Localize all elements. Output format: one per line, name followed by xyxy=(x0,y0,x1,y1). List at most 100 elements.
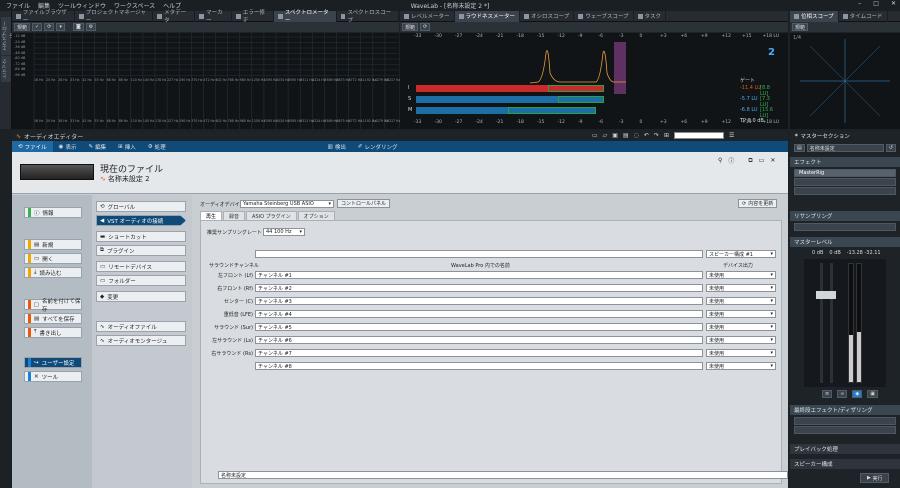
device-subtab[interactable]: ASIO プラグイン xyxy=(246,211,297,220)
channel-name-input[interactable]: チャンネル #4 xyxy=(255,310,703,318)
ribbon-tab[interactable]: ▥ 検出 xyxy=(322,141,352,152)
control-panel-button[interactable]: コントロールパネル xyxy=(337,199,391,208)
panel-tab[interactable]: エラー修正 xyxy=(232,10,275,24)
panel-tab[interactable]: スペクトロスコープ xyxy=(337,10,400,24)
mode-button[interactable]: 規範 xyxy=(14,23,31,31)
minimize-icon[interactable]: – xyxy=(858,0,861,7)
history-select[interactable] xyxy=(673,132,724,139)
panel-tab[interactable]: メタデータ xyxy=(153,10,196,24)
device-output-select[interactable]: 未使用 ▾ xyxy=(706,323,776,331)
audio-device-select[interactable]: Yamaha Steinberg USB ASIO ▾ xyxy=(240,200,334,208)
final-slot-1[interactable] xyxy=(794,417,896,425)
effect-slot-3[interactable] xyxy=(794,187,896,195)
preferences-nav-item[interactable]: ⧉ プラグイン xyxy=(96,245,186,256)
device-output-select[interactable]: 未使用 ▾ xyxy=(706,297,776,305)
track-vtab[interactable]: トラック xyxy=(1,56,11,82)
folder-icon[interactable]: ▭ xyxy=(592,132,598,139)
backstage-nav-item[interactable]: ▤ すべてを保存 xyxy=(24,313,82,324)
panel-tab[interactable]: ファイルブラウザー xyxy=(12,10,75,24)
preferences-nav-item[interactable]: ▬ ショートカット xyxy=(96,231,186,242)
close-icon[interactable]: ✕ xyxy=(770,157,775,164)
explorer-vtab[interactable]: エクスプローラ xyxy=(1,17,15,55)
stop-icon[interactable]: ◌ xyxy=(634,132,639,139)
channel-name-input[interactable]: チャンネル #6 xyxy=(255,336,703,344)
panel-tab[interactable]: プロジェクトマネージャー xyxy=(75,10,154,24)
left-fader[interactable] xyxy=(816,291,826,299)
panel-tab[interactable]: マーカー xyxy=(195,10,233,24)
lock-icon[interactable]: ▣ xyxy=(867,390,878,398)
ribbon-tab[interactable]: ✎ 編集 xyxy=(82,141,112,152)
panel-tab[interactable]: 位相スコープ xyxy=(790,10,839,22)
chevron-down-icon[interactable]: ▾ xyxy=(56,23,65,31)
backstage-nav-item[interactable]: ▭ 開く xyxy=(24,253,82,264)
channel-name-input[interactable]: チャンネル #5 xyxy=(255,323,703,331)
dither-icon[interactable]: ◆ xyxy=(852,390,863,398)
channel-name-input[interactable]: チャンネル #7 xyxy=(255,349,703,357)
panel-tab[interactable]: レベルメーター xyxy=(400,10,455,22)
device-output-select[interactable]: 未使用 ▾ xyxy=(706,336,776,344)
preferences-nav-item[interactable]: ◀ VST オーディオの接続 xyxy=(96,215,186,226)
panel-tab[interactable]: スペクトロメーター xyxy=(274,10,337,24)
panel-tab[interactable]: ウェーブスコープ xyxy=(574,10,634,22)
preferences-nav-item[interactable]: ∿ オーディオファイル xyxy=(96,321,186,332)
device-output-select[interactable]: 未使用 ▾ xyxy=(706,310,776,318)
save-icon[interactable]: ▣ xyxy=(612,132,618,139)
backstage-nav-item[interactable]: ✕ ツール xyxy=(24,371,82,382)
preset-name[interactable]: 名称未設定 xyxy=(806,144,884,152)
preferences-nav-item[interactable]: ◆ 変更 xyxy=(96,291,186,302)
backstage-nav-item[interactable]: ▤ 新規 xyxy=(24,239,82,250)
open-icon[interactable]: ▱ xyxy=(603,132,608,139)
link-icon[interactable]: ∞ xyxy=(837,390,848,398)
channel-config-bar[interactable] xyxy=(255,250,703,258)
backstage-nav-item[interactable]: ↪ ユーザー設定 xyxy=(24,357,82,368)
device-subtab[interactable]: 録音 xyxy=(223,211,246,220)
backstage-nav-item[interactable]: ⤒ 書き出し xyxy=(24,327,82,338)
speaker-config-select[interactable]: スピーカー構成 #1 ▾ xyxy=(706,250,776,258)
channel-name-input[interactable]: チャンネル #8 xyxy=(255,362,703,370)
sample-rate-select[interactable]: 44 100 Hz ▾ xyxy=(263,228,305,236)
reset-icon[interactable]: ↺ xyxy=(885,144,896,152)
panel-tab[interactable]: ラウドネスメーター xyxy=(454,10,521,22)
right-fader[interactable] xyxy=(826,291,836,299)
save-as-icon[interactable]: ▤ xyxy=(623,132,629,139)
camera-icon[interactable]: ◙ xyxy=(72,23,84,31)
refresh-icon[interactable]: ⟳ xyxy=(420,23,431,31)
ribbon-tab[interactable]: ⊞ 挿入 xyxy=(112,141,142,152)
preset-name-field[interactable]: 名称未設定 xyxy=(218,471,788,479)
panel-tab[interactable]: タスク xyxy=(634,10,667,22)
copy-icon[interactable]: ⧉ xyxy=(748,157,752,165)
zoom-icon[interactable]: ⊞ xyxy=(664,132,669,139)
device-output-select[interactable]: 未使用 ▾ xyxy=(706,362,776,370)
settings-icon[interactable]: ⚙ xyxy=(85,23,97,31)
device-output-select[interactable]: 未使用 ▾ xyxy=(706,349,776,357)
panel-tab[interactable]: オシロスコープ xyxy=(520,10,575,22)
mode-button[interactable]: 規範 xyxy=(792,23,809,31)
pin-icon[interactable]: ⚲ xyxy=(718,157,722,164)
masterrig-slot[interactable]: MasterRig xyxy=(794,169,896,177)
channel-name-input[interactable]: チャンネル #2 xyxy=(255,284,703,292)
help-icon[interactable]: ⓘ xyxy=(728,156,734,165)
resampling-slot[interactable] xyxy=(794,223,896,231)
mode-button[interactable]: 規範 xyxy=(402,23,419,31)
redo-icon[interactable]: ↷ xyxy=(654,132,659,139)
menu-icon[interactable]: ☰ xyxy=(729,132,734,139)
mono-icon[interactable]: ≡ xyxy=(822,390,833,398)
device-output-select[interactable]: 未使用 ▾ xyxy=(706,271,776,279)
maximize-icon[interactable]: □ xyxy=(873,0,879,7)
preferences-nav-item[interactable]: ▭ リモートデバイス xyxy=(96,261,186,272)
channel-name-input[interactable]: チャンネル #3 xyxy=(255,297,703,305)
refresh-icon[interactable]: ⟳ xyxy=(44,23,55,31)
ribbon-tab[interactable]: ◉ 表示 xyxy=(53,141,83,152)
window-icon[interactable]: ▭ xyxy=(759,157,765,164)
close-icon[interactable]: ✕ xyxy=(891,0,896,7)
run-button[interactable]: ▶ 実行 xyxy=(860,473,890,483)
ribbon-tab[interactable]: ⟲ ファイル xyxy=(12,141,53,152)
final-slot-2[interactable] xyxy=(794,426,896,434)
backstage-nav-item[interactable]: ⤓ 読み込む xyxy=(24,267,82,278)
effect-slot-2[interactable] xyxy=(794,178,896,186)
check-icon[interactable]: ✓ xyxy=(32,23,43,31)
preferences-nav-item[interactable]: ⟲ グローバル xyxy=(96,201,186,212)
channel-name-input[interactable]: チャンネル #1 xyxy=(255,271,703,279)
ribbon-tab[interactable]: ✐ レンダリング xyxy=(352,141,404,152)
backstage-nav-item[interactable]: ▢ 名前を付けて保存 xyxy=(24,299,82,313)
